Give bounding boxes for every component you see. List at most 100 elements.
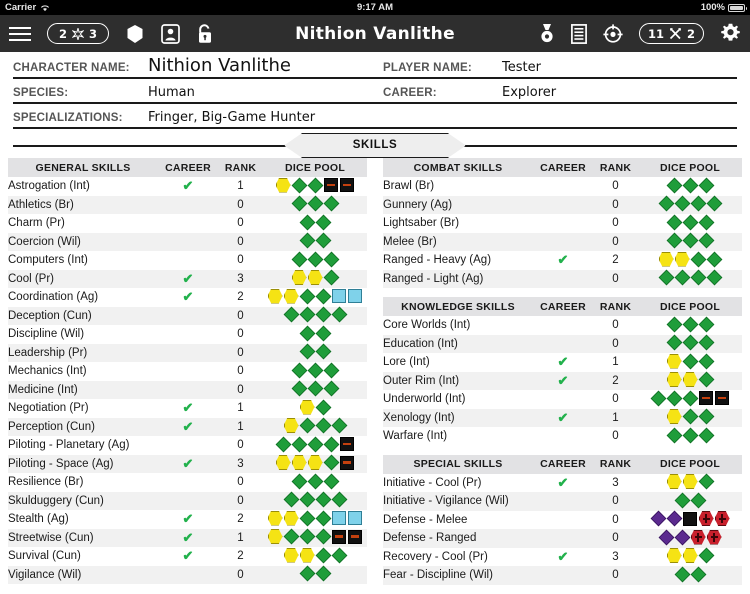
- rank-cell[interactable]: 1: [218, 417, 263, 436]
- dice-pool-cell[interactable]: [263, 380, 367, 399]
- rank-cell[interactable]: 2: [593, 251, 638, 270]
- rank-cell[interactable]: 0: [593, 214, 638, 233]
- table-row[interactable]: Lightsaber (Br) 0: [383, 214, 742, 233]
- species-value[interactable]: Human: [141, 85, 383, 102]
- career-cell[interactable]: [533, 492, 593, 511]
- career-cell[interactable]: ✔: [158, 417, 218, 436]
- rank-cell[interactable]: 0: [218, 380, 263, 399]
- rank-cell[interactable]: 1: [593, 408, 638, 427]
- table-row[interactable]: Initiative - Cool (Pr) ✔ 3: [383, 473, 742, 492]
- table-row[interactable]: Outer Rim (Int) ✔ 2: [383, 371, 742, 390]
- dice-pool-cell[interactable]: [638, 492, 742, 511]
- rank-cell[interactable]: 0: [218, 214, 263, 233]
- table-row[interactable]: Negotiation (Pr) ✔ 1: [8, 399, 367, 418]
- career-cell[interactable]: [158, 473, 218, 492]
- rank-cell[interactable]: 0: [593, 529, 638, 548]
- rank-cell[interactable]: 0: [593, 390, 638, 409]
- rank-cell[interactable]: 0: [218, 473, 263, 492]
- dice-pool-cell[interactable]: [263, 399, 367, 418]
- career-cell[interactable]: ✔: [158, 528, 218, 547]
- rank-cell[interactable]: 0: [218, 251, 263, 270]
- table-row[interactable]: Lore (Int) ✔ 1: [383, 353, 742, 372]
- dice-pool-cell[interactable]: [638, 566, 742, 585]
- career-cell[interactable]: [158, 343, 218, 362]
- career-cell[interactable]: ✔: [533, 547, 593, 566]
- rank-cell[interactable]: 0: [218, 232, 263, 251]
- dice-pool-cell[interactable]: [263, 343, 367, 362]
- table-row[interactable]: Streetwise (Cun) ✔ 1: [8, 528, 367, 547]
- hamburger-menu-icon[interactable]: [9, 26, 31, 42]
- career-cell[interactable]: [158, 232, 218, 251]
- career-cell[interactable]: [158, 565, 218, 584]
- dice-pool-cell[interactable]: [638, 334, 742, 353]
- table-row[interactable]: Core Worlds (Int) 0: [383, 316, 742, 335]
- table-row[interactable]: Xenology (Int) ✔ 1: [383, 408, 742, 427]
- rank-cell[interactable]: 1: [218, 177, 263, 196]
- career-cell[interactable]: [533, 195, 593, 214]
- dice-pool-cell[interactable]: [263, 528, 367, 547]
- rank-cell[interactable]: 2: [218, 510, 263, 529]
- rank-cell[interactable]: 0: [593, 510, 638, 529]
- career-value[interactable]: Explorer: [495, 85, 737, 102]
- table-row[interactable]: Defense - Melee 0: [383, 510, 742, 529]
- table-row[interactable]: Astrogation (Int) ✔ 1: [8, 177, 367, 196]
- career-cell[interactable]: [533, 529, 593, 548]
- dice-pool-cell[interactable]: [638, 195, 742, 214]
- career-cell[interactable]: [533, 232, 593, 251]
- table-row[interactable]: Leadership (Pr) 0: [8, 343, 367, 362]
- career-cell[interactable]: [158, 195, 218, 214]
- table-row[interactable]: Fear - Discipline (Wil) 0: [383, 566, 742, 585]
- career-cell[interactable]: ✔: [533, 408, 593, 427]
- table-row[interactable]: Recovery - Cool (Pr) ✔ 3: [383, 547, 742, 566]
- career-cell[interactable]: [158, 380, 218, 399]
- table-row[interactable]: Resilience (Br) 0: [8, 473, 367, 492]
- unlock-icon[interactable]: [196, 23, 213, 44]
- table-row[interactable]: Computers (Int) 0: [8, 251, 367, 270]
- table-row[interactable]: Stealth (Ag) ✔ 2: [8, 510, 367, 529]
- rank-cell[interactable]: 0: [593, 492, 638, 511]
- specializations-value[interactable]: Fringer, Big-Game Hunter: [141, 110, 737, 127]
- table-row[interactable]: Perception (Cun) ✔ 1: [8, 417, 367, 436]
- table-row[interactable]: Ranged - Light (Ag) 0: [383, 269, 742, 288]
- dice-pool-cell[interactable]: [263, 288, 367, 307]
- table-row[interactable]: Athletics (Br) 0: [8, 195, 367, 214]
- dice-pool-cell[interactable]: [263, 454, 367, 473]
- rank-cell[interactable]: 0: [593, 566, 638, 585]
- dice-pool-cell[interactable]: [638, 408, 742, 427]
- career-cell[interactable]: ✔: [533, 251, 593, 270]
- career-cell[interactable]: ✔: [158, 269, 218, 288]
- rank-cell[interactable]: 0: [218, 306, 263, 325]
- rank-cell[interactable]: 0: [593, 269, 638, 288]
- dice-pool-cell[interactable]: [638, 232, 742, 251]
- dice-pool-cell[interactable]: [638, 251, 742, 270]
- gear-icon[interactable]: [720, 23, 741, 44]
- dice-pool-cell[interactable]: [263, 565, 367, 584]
- table-row[interactable]: Warfare (Int) 0: [383, 427, 742, 446]
- table-row[interactable]: Ranged - Heavy (Ag) ✔ 2: [383, 251, 742, 270]
- table-row[interactable]: Discipline (Wil) 0: [8, 325, 367, 344]
- career-cell[interactable]: ✔: [158, 177, 218, 196]
- career-cell[interactable]: [533, 269, 593, 288]
- rank-cell[interactable]: 0: [218, 325, 263, 344]
- rank-cell[interactable]: 0: [593, 427, 638, 446]
- rank-cell[interactable]: 1: [218, 399, 263, 418]
- career-cell[interactable]: [158, 436, 218, 455]
- table-row[interactable]: Charm (Pr) 0: [8, 214, 367, 233]
- career-cell[interactable]: ✔: [158, 399, 218, 418]
- document-list-icon[interactable]: [571, 23, 587, 44]
- dice-pool-cell[interactable]: [263, 195, 367, 214]
- dice-pool-cell[interactable]: [638, 473, 742, 492]
- rank-cell[interactable]: 0: [218, 436, 263, 455]
- table-row[interactable]: Vigilance (Wil) 0: [8, 565, 367, 584]
- rank-cell[interactable]: 2: [218, 288, 263, 307]
- table-row[interactable]: Mechanics (Int) 0: [8, 362, 367, 381]
- table-row[interactable]: Cool (Pr) ✔ 3: [8, 269, 367, 288]
- dice-pool-cell[interactable]: [638, 316, 742, 335]
- table-row[interactable]: Defense - Ranged 0: [383, 529, 742, 548]
- career-cell[interactable]: [533, 316, 593, 335]
- career-cell[interactable]: [533, 177, 593, 196]
- dice-pool-cell[interactable]: [638, 269, 742, 288]
- dice-pool-cell[interactable]: [263, 269, 367, 288]
- hexagon-shield-icon[interactable]: [125, 24, 145, 44]
- career-cell[interactable]: ✔: [533, 353, 593, 372]
